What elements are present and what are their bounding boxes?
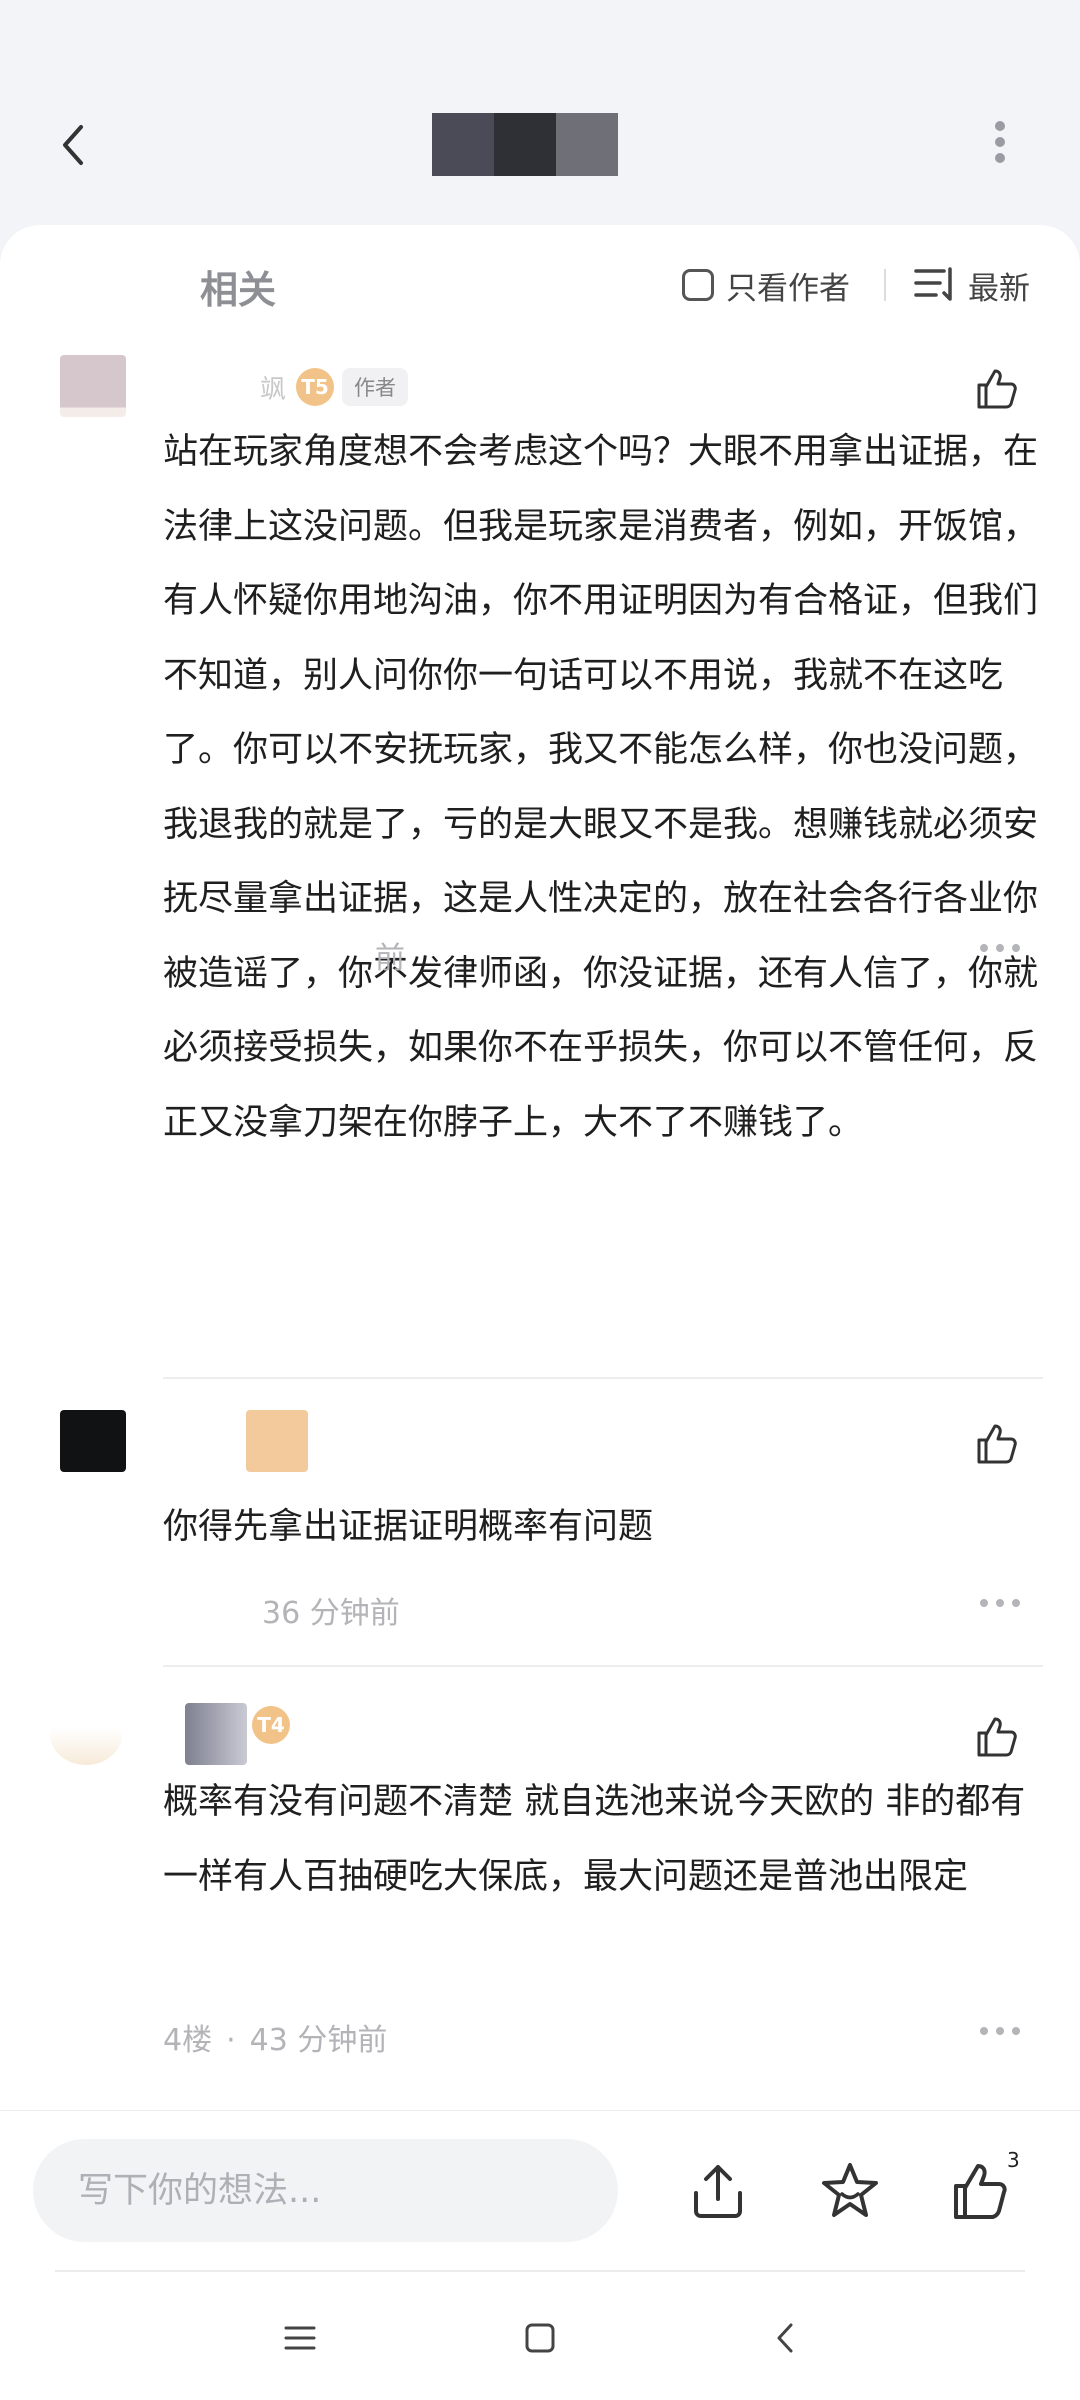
more-options-button[interactable]	[980, 115, 1020, 175]
separator	[163, 1665, 1043, 1667]
section-title: 相关	[200, 268, 277, 312]
user-line: 飒 T5 作者	[260, 365, 409, 409]
comment-more-button[interactable]	[980, 2021, 1020, 2041]
system-back-button[interactable]	[766, 2318, 806, 2358]
user-line: T4	[242, 1703, 290, 1747]
comment-time: 前	[375, 941, 405, 976]
checkbox-icon	[682, 269, 714, 301]
sort-label: 最新	[968, 270, 1030, 307]
star-icon	[822, 2163, 878, 2217]
divider	[884, 269, 886, 301]
only-author-toggle[interactable]: 只看作者	[682, 261, 850, 309]
comment-more-button[interactable]	[980, 1593, 1020, 1613]
thumbs-up-icon	[954, 2164, 1007, 2219]
like-post-button[interactable]	[948, 2159, 1012, 2223]
filter-row: 相关 只看作者 最新	[0, 255, 1080, 315]
back-triangle-icon	[777, 2323, 793, 2353]
meta-separator: ·	[226, 2023, 236, 2058]
page-title-redacted	[432, 113, 618, 176]
only-author-label: 只看作者	[726, 270, 850, 307]
thumbs-up-icon	[977, 1717, 1017, 1757]
comment-input[interactable]	[33, 2139, 618, 2242]
chevron-left-icon	[63, 125, 83, 165]
comment-text: 站在玩家角度想不会考虑这个吗？大眼不用拿出证据，在法律上这没问题。但我是玩家是消…	[163, 432, 1039, 1143]
level-badge-redacted	[246, 1410, 308, 1472]
vertical-dots-icon	[995, 121, 1005, 131]
title-blur-block	[432, 113, 494, 176]
comment-text: 概率有没有问题不清楚 就自选池来说今天欧的 非的都有 一样有人百抽硬吃大保底，最…	[163, 1782, 1026, 1897]
top-bar	[0, 0, 1080, 225]
comment-meta: 前	[375, 933, 405, 977]
horizontal-dots-icon	[980, 1599, 988, 1607]
separator	[163, 1377, 1043, 1379]
thumbs-up-icon	[977, 1424, 1017, 1464]
like-button[interactable]	[973, 365, 1021, 413]
comment-item: 飒 T5 作者 站在玩家角度想不会考虑这个吗？大眼不用拿出证据，在法律上这没问题…	[0, 355, 1080, 1143]
favorite-button[interactable]	[818, 2159, 882, 2223]
comment-item: 你得先拿出证据证明概率有问题 36 分钟前	[0, 1410, 1080, 1650]
horizontal-dots-icon	[980, 944, 988, 952]
recent-apps-button[interactable]	[280, 2318, 320, 2358]
title-blur-block	[556, 113, 618, 176]
sort-icon	[914, 267, 952, 301]
username-redacted[interactable]	[185, 1703, 247, 1765]
comment-text: 你得先拿出证据证明概率有问题	[163, 1507, 654, 1547]
home-button[interactable]	[520, 2318, 560, 2358]
comment-meta: 36 分钟前	[262, 1588, 400, 1632]
thumbs-up-icon	[977, 369, 1017, 409]
sort-latest-button[interactable]: 最新	[914, 261, 1030, 309]
floor-number: 4楼	[163, 2023, 213, 2058]
like-button[interactable]	[973, 1420, 1021, 1468]
screen: 相关 只看作者 最新 飒 T5 作者 站在玩家角度想不会考虑这个吗？大眼不用拿出…	[0, 0, 1080, 2400]
share-icon	[694, 2165, 742, 2218]
like-count: 3	[1007, 2148, 1020, 2172]
username[interactable]: 飒	[260, 369, 286, 406]
title-blur-block	[494, 113, 556, 176]
author-tag: 作者	[342, 368, 409, 406]
bottom-action-bar: 3	[0, 2110, 1080, 2268]
comment-sheet: 相关 只看作者 最新 飒 T5 作者 站在玩家角度想不会考虑这个吗？大眼不用拿出…	[0, 225, 1080, 2110]
home-square-icon	[525, 2323, 555, 2353]
comment-time: 43 分钟前	[249, 2023, 388, 2058]
comment-time: 36 分钟前	[262, 1596, 400, 1631]
back-button[interactable]	[45, 115, 105, 175]
avatar[interactable]	[60, 355, 126, 417]
avatar[interactable]	[60, 1410, 126, 1472]
menu-icon	[284, 2326, 316, 2350]
share-button[interactable]	[686, 2159, 750, 2223]
divider	[55, 2270, 1025, 2272]
comment-more-button[interactable]	[980, 938, 1020, 958]
level-badge: T4	[252, 1706, 290, 1744]
comment-meta: 4楼 · 43 分钟前	[163, 2015, 387, 2059]
like-button[interactable]	[973, 1713, 1021, 1761]
horizontal-dots-icon	[980, 2027, 988, 2035]
comment-item: T4 概率有没有问题不清楚 就自选池来说今天欧的 非的都有 一样有人百抽硬吃大保…	[0, 1703, 1080, 2083]
level-badge: T5	[296, 368, 335, 406]
system-nav-bar	[0, 2268, 1080, 2400]
avatar[interactable]	[50, 1703, 122, 1765]
